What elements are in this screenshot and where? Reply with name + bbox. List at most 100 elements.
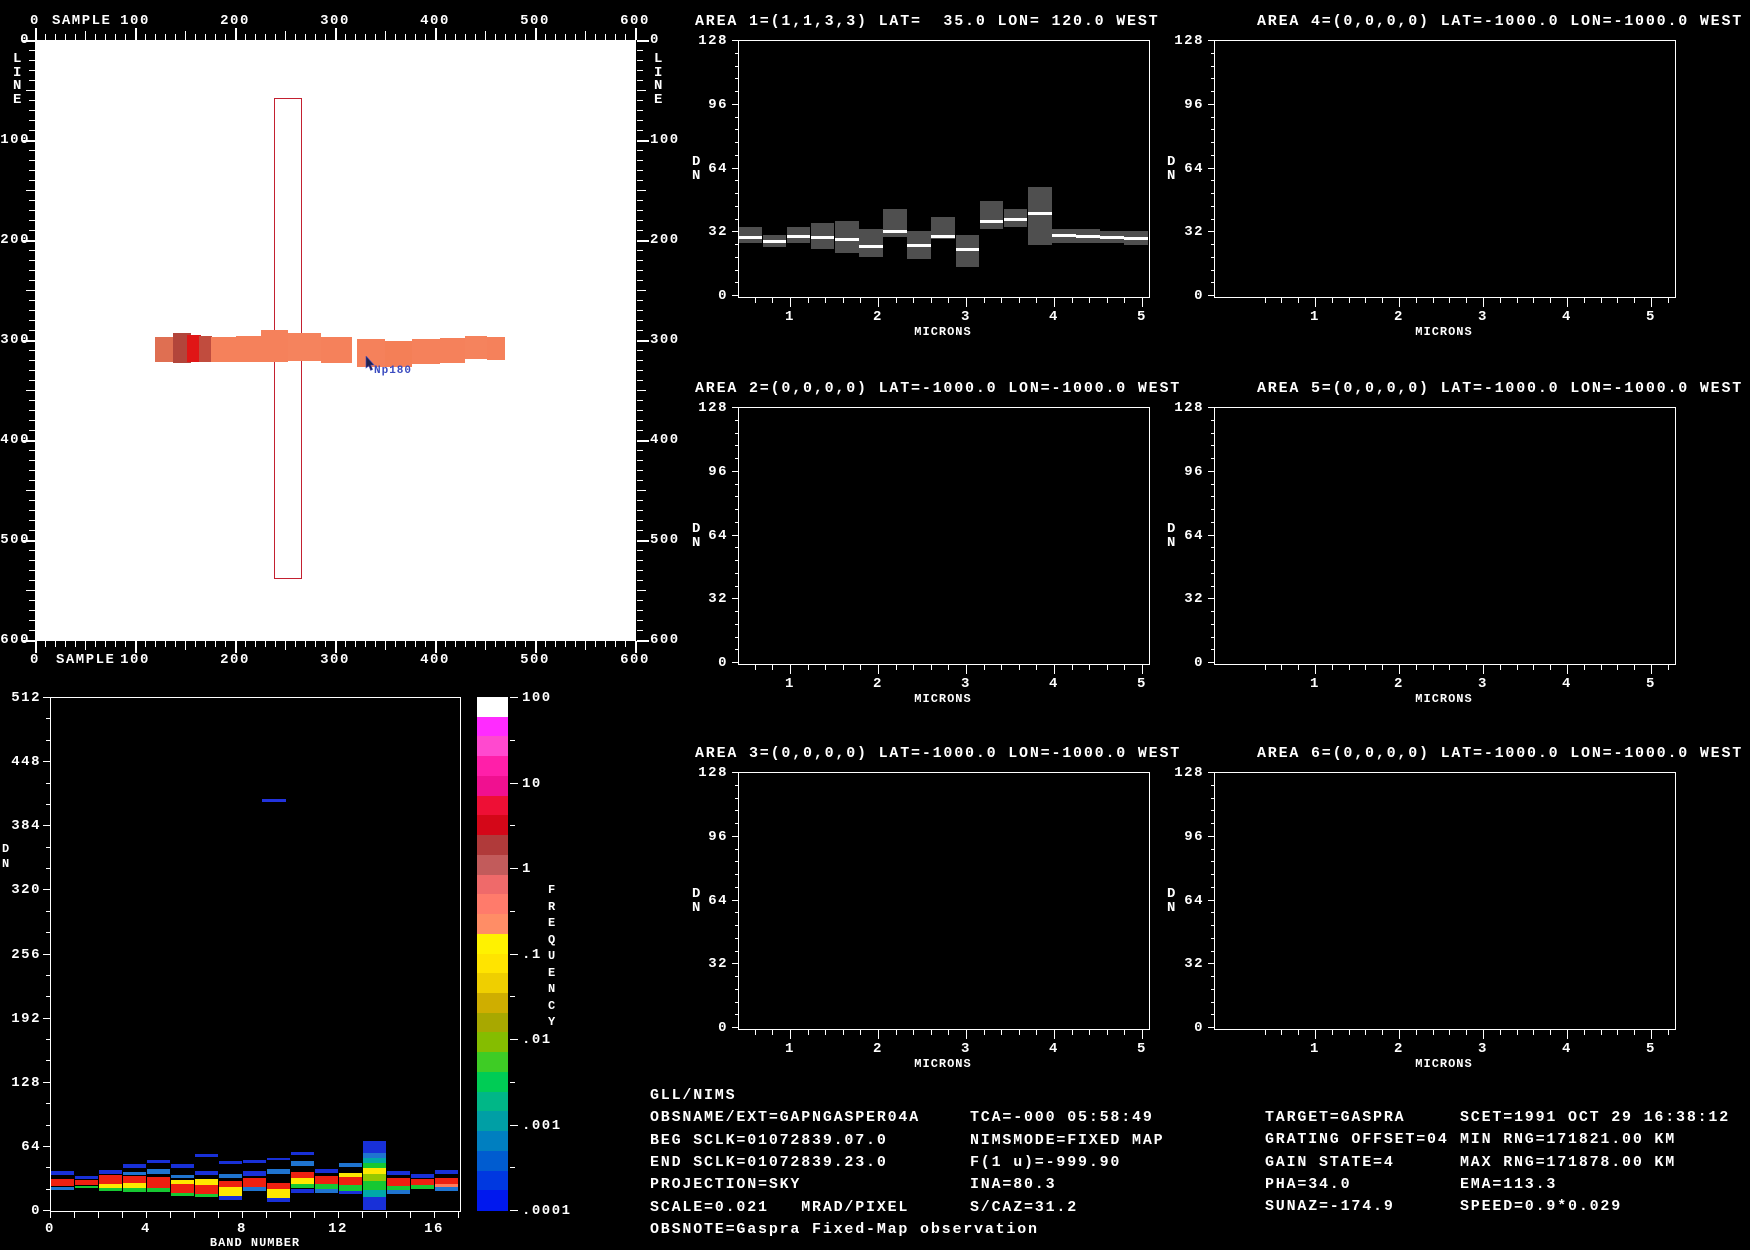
colorbar-segment <box>477 815 508 836</box>
x-minor-tick <box>1365 1029 1367 1035</box>
line-tick-label: 600 <box>650 632 680 648</box>
y-minor-tick <box>735 848 738 850</box>
colorbar-segment <box>477 1032 508 1053</box>
x-minor-tick <box>1516 1029 1518 1035</box>
y-tick <box>732 899 738 901</box>
x-minor-tick <box>1001 664 1003 670</box>
hist-cell <box>99 1188 122 1191</box>
y-tick <box>1208 835 1214 837</box>
y-tick <box>732 470 738 472</box>
hist-cell <box>363 1197 386 1210</box>
colorbar-minor-tick <box>510 1167 515 1169</box>
hist-cell <box>339 1191 362 1194</box>
hist-x-tick <box>50 1211 51 1218</box>
plot-frame <box>738 407 1150 665</box>
colorbar-tick-label: .01 <box>522 1032 552 1048</box>
x-minor-tick <box>825 1029 827 1035</box>
x-minor-tick <box>1533 297 1535 303</box>
hist-cell <box>411 1174 434 1178</box>
x-minor-tick <box>1264 664 1266 670</box>
info-text: TCA=-000 05:58:49 <box>970 1109 1154 1127</box>
colorbar-tick <box>510 1210 518 1211</box>
area-title: AREA 6=(0,0,0,0) LAT=-1000.0 LON=-1000.0… <box>1257 745 1744 762</box>
hist-cell <box>123 1183 146 1188</box>
hist-x-tick-label: 4 <box>141 1221 151 1237</box>
colorbar-tick <box>510 868 518 869</box>
colorbar-segment <box>477 1012 508 1034</box>
x-tick-label: 3 <box>961 1041 971 1057</box>
y-minor-tick <box>735 419 738 421</box>
hist-y-minor-tick <box>46 803 50 805</box>
y-axis-title: D <box>692 521 702 537</box>
x-minor-tick <box>1348 1029 1350 1035</box>
y-minor-tick <box>1211 218 1214 220</box>
colorbar-segment <box>477 894 508 915</box>
hist-cell <box>315 1176 338 1184</box>
x-minor-tick <box>1106 664 1108 670</box>
x-minor-tick <box>1600 664 1602 670</box>
info-text: SCALE=0.021 MRAD/PIXEL <box>650 1198 910 1216</box>
y-axis-title: D <box>1167 154 1177 170</box>
x-tick-label: 5 <box>1137 1041 1147 1057</box>
x-major-tick <box>1567 664 1568 674</box>
x-major-tick <box>1651 1029 1652 1039</box>
x-minor-tick <box>1499 1029 1501 1035</box>
x-minor-tick <box>1331 1029 1333 1035</box>
x-minor-tick <box>1617 1029 1619 1035</box>
x-tick-label: 4 <box>1049 309 1059 325</box>
x-minor-tick <box>1600 1029 1602 1035</box>
colorbar-segment <box>477 1052 508 1073</box>
hist-cell <box>75 1180 98 1185</box>
x-minor-tick <box>1634 297 1636 303</box>
y-tick-label: 0 <box>1194 655 1204 671</box>
line-tick-label: 200 <box>650 232 680 248</box>
x-minor-tick <box>1264 1029 1266 1035</box>
x-minor-tick <box>983 297 985 303</box>
hist-cell <box>267 1189 290 1198</box>
hist-y-minor-tick <box>46 1039 50 1040</box>
y-minor-tick <box>735 886 738 888</box>
hist-cell <box>363 1190 386 1197</box>
y-axis-title: D <box>692 886 702 902</box>
hist-x-tick <box>386 1211 387 1218</box>
line-tick-label: 600 <box>0 632 30 648</box>
hist-cell <box>99 1184 122 1188</box>
hist-cell <box>171 1184 194 1193</box>
hist-cell <box>171 1175 194 1178</box>
hist-y-minor-tick <box>46 782 50 784</box>
hist-cell <box>99 1175 122 1184</box>
x-minor-tick <box>842 297 844 303</box>
hist-y-tick-label: 256 <box>11 946 41 963</box>
y-tick-label: 32 <box>1184 956 1204 973</box>
y-minor-tick <box>1211 950 1214 952</box>
x-tick-label: 2 <box>1394 676 1404 692</box>
plot-frame <box>738 772 1150 1030</box>
y-minor-tick <box>735 142 738 143</box>
spectrum-range-box <box>859 229 883 258</box>
x-minor-tick <box>1036 297 1038 303</box>
y-minor-tick <box>1211 611 1214 612</box>
footprint-patch <box>211 337 236 362</box>
hist-y-minor-tick <box>46 1167 50 1169</box>
y-minor-tick <box>1211 154 1214 156</box>
x-minor-tick <box>1331 297 1333 303</box>
x-minor-tick <box>772 664 774 670</box>
y-tick <box>732 295 738 296</box>
area-title: AREA 4=(0,0,0,0) LAT=-1000.0 LON=-1000.0… <box>1257 13 1744 30</box>
hist-x-tick <box>122 1211 123 1218</box>
x-axis-title: MICRONS <box>1415 1057 1473 1071</box>
footprint-patch <box>412 339 440 364</box>
y-minor-tick <box>1211 129 1214 131</box>
sample-axis-title: SAMPLE <box>52 13 112 29</box>
hist-cell <box>363 1163 386 1168</box>
hist-cell <box>363 1158 386 1163</box>
x-minor-tick <box>860 297 862 303</box>
hist-cell <box>51 1179 74 1186</box>
hist-x-tick <box>74 1211 75 1218</box>
y-minor-tick <box>735 129 738 131</box>
y-minor-tick <box>735 244 738 245</box>
x-minor-tick <box>1106 1029 1108 1035</box>
y-tick <box>732 835 738 837</box>
x-tick-label: 1 <box>785 309 795 325</box>
x-minor-tick <box>1466 664 1468 670</box>
